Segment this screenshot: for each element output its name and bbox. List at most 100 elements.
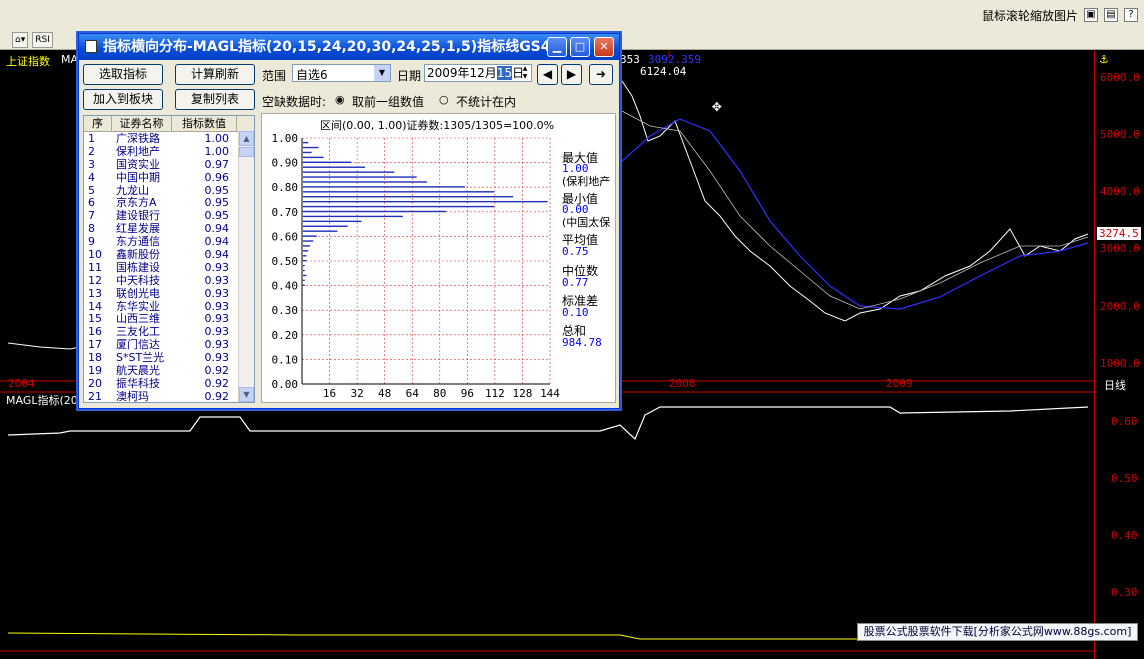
row-value: 0.96 (204, 170, 230, 184)
table-row[interactable]: 9 东方通信 0.94 (84, 235, 254, 248)
range-select[interactable]: 自选6 ▼ (292, 64, 391, 82)
row-value: 0.92 (204, 376, 230, 390)
row-name: 建设银行 (116, 209, 160, 223)
sum-value: 984.78 (562, 336, 602, 349)
histogram-bar (303, 196, 514, 198)
row-name: 东华实业 (116, 299, 160, 313)
y-tick-label: 0.60 (272, 230, 299, 243)
securities-table[interactable]: 序 证券名称 指标数值 1 广深铁路 1.00 2 保利地产 1.00 3 国资实业 0.97 4… (83, 115, 255, 403)
histogram-bar (303, 264, 305, 267)
price-line-left (7, 342, 81, 350)
scroll-thumb[interactable] (239, 147, 254, 157)
table-row[interactable]: 14 东华实业 0.93 (84, 300, 254, 313)
table-row[interactable]: 11 国栋建设 0.93 (84, 261, 254, 274)
row-index: 15 (88, 312, 102, 326)
rsi-button[interactable]: RSI (32, 31, 53, 48)
table-row[interactable]: 4 中国中期 0.96 (84, 171, 254, 184)
table-row[interactable]: 16 三友化工 0.93 (84, 325, 254, 338)
table-row[interactable]: 1 广深铁路 1.00 (84, 132, 254, 145)
home-icon[interactable]: ⌂▾ (12, 31, 29, 48)
copy-list-button[interactable]: 复制列表 (175, 89, 255, 110)
add-to-block-button[interactable]: 加入到板块 (83, 89, 163, 110)
row-name: 中天科技 (116, 273, 160, 287)
x-tick-label: 80 (433, 387, 446, 400)
row-name: 三友化工 (116, 325, 160, 339)
table-scrollbar[interactable]: ▲ ▼ (238, 131, 254, 402)
row-value: 1.00 (204, 132, 230, 145)
table-row[interactable]: 3 国资实业 0.97 (84, 158, 254, 171)
indicator-line (7, 406, 1089, 441)
scroll-down-icon[interactable]: ▼ (239, 387, 254, 402)
histogram-bar (303, 210, 446, 213)
picture-icon[interactable]: ▣ (1084, 8, 1098, 22)
price-axis: ⚓ 6000.0 5000.0 4000.0 3000.0 2000.0 100… (1094, 51, 1144, 659)
x-tick-label: 144 (540, 387, 560, 400)
histogram-bar (303, 284, 305, 286)
row-name: 山西三维 (116, 312, 160, 326)
sub-y-tick: 0.30 (1111, 586, 1138, 599)
date-picker[interactable]: 2009年12月15日 ▲ ▼ (424, 64, 532, 82)
table-row[interactable]: 8 红星发展 0.94 (84, 222, 254, 235)
table-row[interactable]: 19 航天晨光 0.92 (84, 364, 254, 377)
y-tick-label: 0.80 (272, 181, 299, 194)
dialog-title-bar[interactable]: 指标横向分布-MAGL指标(20,15,24,20,30,24,25,1,5)指… (79, 34, 619, 60)
table-row[interactable]: 6 京东方A 0.95 (84, 196, 254, 210)
y-tick-label: 0.50 (272, 255, 299, 268)
row-value: 0.95 (204, 209, 230, 223)
y-tick-label: 0.70 (272, 206, 299, 219)
radio-exclude[interactable]: ○ (439, 93, 449, 106)
row-index: 21 (88, 389, 102, 403)
max-name: (保利地产 (562, 175, 611, 188)
table-row[interactable]: 21 澳柯玛 0.92 (84, 389, 254, 403)
lock-icon: ⚓ (1099, 53, 1109, 66)
histogram-bar (303, 260, 307, 262)
radio-exclude-label: 不统计在内 (456, 95, 517, 109)
col-index[interactable]: 序 (84, 116, 112, 131)
table-row[interactable]: 18 S*ST兰光 0.93 (84, 351, 254, 364)
row-name: 保利地产 (116, 144, 160, 158)
watermark: 股票公式股票软件下载[分析家公式网www.88gs.com] (857, 623, 1138, 641)
row-index: 16 (88, 325, 102, 339)
next-day-button[interactable]: ▶ (561, 64, 582, 85)
y-tick: 6000.0 (1100, 71, 1140, 84)
table-row[interactable]: 12 中天科技 0.93 (84, 274, 254, 287)
table-row[interactable]: 20 振华科技 0.92 (84, 377, 254, 390)
row-index: 14 (88, 299, 102, 313)
col-value[interactable]: 指标数值 (172, 116, 237, 131)
radio-previous-label: 取前一组数值 (352, 95, 425, 109)
save-icon[interactable]: ▤ (1104, 8, 1118, 22)
cursor-crosshair-icon: ✥ (712, 96, 722, 115)
histogram-chart: 1.00 0.90 0.80 0.70 0.60 0.50 0.40 0.30 0.20 0.10… (272, 132, 561, 400)
table-row[interactable]: 17 厦门信达 0.93 (84, 338, 254, 351)
row-value: 0.97 (204, 157, 230, 171)
col-name[interactable]: 证券名称 (112, 116, 172, 131)
close-button[interactable]: ✕ (594, 37, 614, 57)
table-row[interactable]: 13 联创光电 0.93 (84, 287, 254, 300)
radio-previous[interactable]: ◉ (335, 93, 345, 106)
select-indicator-button[interactable]: 选取指标 (83, 64, 163, 85)
help-icon[interactable]: ? (1124, 8, 1138, 22)
table-row[interactable]: 7 建设银行 0.95 (84, 209, 254, 222)
scroll-up-icon[interactable]: ▲ (239, 131, 254, 146)
table-row[interactable]: 15 山西三维 0.93 (84, 312, 254, 326)
histogram-bar (303, 279, 305, 282)
current-price-badge: 3274.5 (1097, 227, 1141, 240)
minimize-button[interactable]: ▁ (547, 37, 567, 57)
y-tick: 4000.0 (1100, 185, 1140, 198)
jump-button[interactable]: ➜ (589, 64, 613, 85)
histogram-bar (303, 200, 548, 203)
table-body: 1 广深铁路 1.00 2 保利地产 1.00 3 国资实业 0.97 4 中国中期 0.96 5 九龙山… (84, 132, 254, 403)
table-row[interactable]: 5 九龙山 0.95 (84, 184, 254, 197)
dialog-title: 指标横向分布-MAGL指标(20,15,24,20,30,24,25,1,5)指… (103, 39, 567, 55)
row-value: 0.93 (204, 325, 230, 339)
prev-day-button[interactable]: ◀ (537, 64, 558, 85)
x-tick-label: 112 (485, 387, 505, 400)
table-row[interactable]: 2 保利地产 1.00 (84, 145, 254, 158)
row-name: 国栋建设 (116, 260, 160, 274)
date-day: 15 (496, 66, 513, 80)
row-value: 0.93 (204, 286, 230, 300)
calc-refresh-button[interactable]: 计算刷新 (175, 64, 255, 85)
maximize-button[interactable]: □ (570, 37, 590, 57)
table-row[interactable]: 10 鑫新股份 0.94 (84, 248, 254, 261)
row-index: 13 (88, 286, 102, 300)
